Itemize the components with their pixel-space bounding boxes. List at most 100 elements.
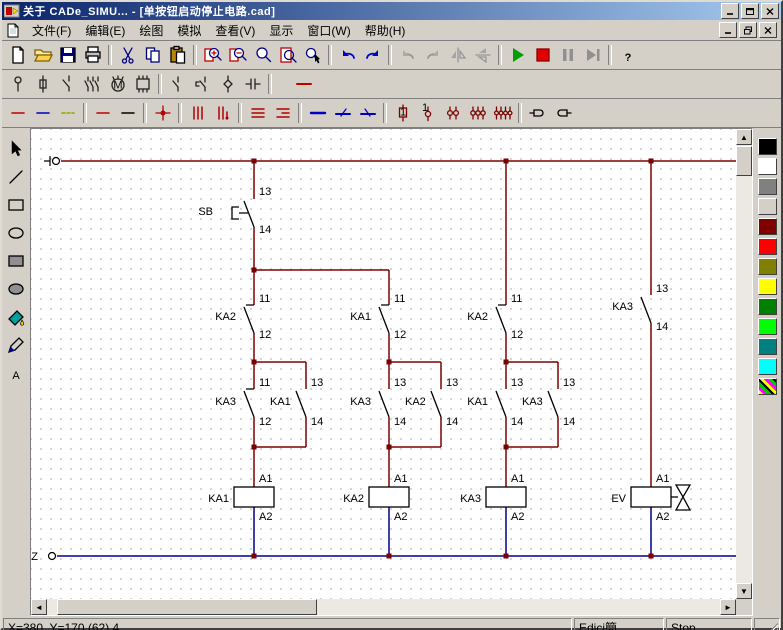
- bus-3-horizontal-button[interactable]: [245, 101, 270, 125]
- contact-coil-button[interactable]: [190, 72, 215, 96]
- line-blue-button[interactable]: [30, 101, 55, 125]
- rotate-left-button[interactable]: [395, 43, 420, 67]
- redo-button[interactable]: [360, 43, 385, 67]
- child-minimize-button[interactable]: [719, 22, 737, 38]
- draw-line-button[interactable]: [3, 164, 29, 190]
- menu-item-8[interactable]: 帮助(H): [358, 20, 413, 41]
- draw-rectangle-button[interactable]: [3, 192, 29, 218]
- menu-item-1[interactable]: 文件(F): [25, 20, 78, 41]
- window-minimize-button[interactable]: [721, 3, 739, 19]
- terminal-button[interactable]: [5, 72, 30, 96]
- flip-vertical-button[interactable]: [470, 43, 495, 67]
- scroll-right-button[interactable]: ►: [720, 599, 736, 615]
- line-red2-button[interactable]: [90, 101, 115, 125]
- color-swatch-white[interactable]: [758, 158, 777, 175]
- draw-filled-ellipse-button[interactable]: [3, 276, 29, 302]
- distributor-3-button[interactable]: [465, 101, 490, 125]
- menu-item-7[interactable]: 窗口(W): [300, 20, 357, 41]
- node-junction-button[interactable]: [150, 101, 175, 125]
- menu-item-6[interactable]: 显示: [262, 20, 300, 41]
- simulate-play-button[interactable]: [505, 43, 530, 67]
- distributor-4-button[interactable]: [490, 101, 515, 125]
- menu-item-5[interactable]: 查看(V): [208, 20, 262, 41]
- eyedropper-button[interactable]: [3, 332, 29, 358]
- color-swatch-green[interactable]: [758, 318, 777, 335]
- three-phase-contact-button[interactable]: [80, 72, 105, 96]
- wire-blue-straight-button[interactable]: [305, 101, 330, 125]
- paste-button[interactable]: [165, 43, 190, 67]
- fill-bucket-button[interactable]: [3, 304, 29, 330]
- color-swatch-red[interactable]: [758, 238, 777, 255]
- window-maximize-button[interactable]: [741, 3, 759, 19]
- drawing-canvas[interactable]: Z: [31, 129, 736, 599]
- capacitor-button[interactable]: [240, 72, 265, 96]
- wire-red-seg-button[interactable]: [291, 72, 316, 96]
- color-swatch-olive[interactable]: [758, 258, 777, 275]
- open-button[interactable]: [30, 43, 55, 67]
- line-black-button[interactable]: [115, 101, 140, 125]
- simulate-stop-button[interactable]: [530, 43, 555, 67]
- vertical-scroll-thumb[interactable]: [736, 146, 752, 176]
- zoom-out-button[interactable]: [225, 43, 250, 67]
- bus-vertical-taps-button[interactable]: [210, 101, 235, 125]
- wire-blue-rise-button[interactable]: [330, 101, 355, 125]
- color-swatch-gray[interactable]: [758, 178, 777, 195]
- new-button[interactable]: [5, 43, 30, 67]
- window-close-button[interactable]: [761, 3, 779, 19]
- plc-block-button[interactable]: [130, 72, 155, 96]
- simulate-pause-button[interactable]: [555, 43, 580, 67]
- undo-button[interactable]: [335, 43, 360, 67]
- draw-ellipse-button[interactable]: [3, 220, 29, 246]
- contact-no-button[interactable]: [165, 72, 190, 96]
- color-swatch-custom-rainbow[interactable]: [758, 378, 777, 395]
- rotate-right-button[interactable]: [420, 43, 445, 67]
- wire-blue-fall-button[interactable]: [355, 101, 380, 125]
- flip-horizontal-button[interactable]: [445, 43, 470, 67]
- color-swatch-cyan[interactable]: [758, 358, 777, 375]
- color-swatch-teal[interactable]: [758, 338, 777, 355]
- connector-out-button[interactable]: [525, 101, 550, 125]
- color-swatch-black[interactable]: [758, 138, 777, 155]
- distributor-1-button[interactable]: 1: [415, 101, 440, 125]
- zoom-page-button[interactable]: [275, 43, 300, 67]
- select-button[interactable]: [3, 136, 29, 162]
- menu-item-2[interactable]: 编辑(E): [78, 20, 132, 41]
- scroll-up-button[interactable]: ▲: [736, 129, 752, 145]
- zoom-button[interactable]: [250, 43, 275, 67]
- color-swatch-dark-green[interactable]: [758, 298, 777, 315]
- line-red-button[interactable]: [5, 101, 30, 125]
- terminal-numbered-button[interactable]: 1: [390, 101, 415, 125]
- draw-filled-rectangle-button[interactable]: [3, 248, 29, 274]
- valve-diamond-button[interactable]: [215, 72, 240, 96]
- vertical-scrollbar[interactable]: ▲ ▼: [736, 129, 752, 599]
- color-swatch-dark-red[interactable]: [758, 218, 777, 235]
- color-swatch-none[interactable]: [758, 198, 777, 215]
- zoom-in-button[interactable]: [200, 43, 225, 67]
- print-button[interactable]: [80, 43, 105, 67]
- save-button[interactable]: [55, 43, 80, 67]
- motor-button[interactable]: M: [105, 72, 130, 96]
- child-close-button[interactable]: [759, 22, 777, 38]
- horizontal-scroll-thumb[interactable]: [57, 599, 317, 615]
- fuse-button[interactable]: [30, 72, 55, 96]
- menu-item-3[interactable]: 绘图: [132, 20, 170, 41]
- scroll-left-button[interactable]: ◄: [31, 599, 47, 615]
- child-restore-button[interactable]: [739, 22, 757, 38]
- simulate-step-button[interactable]: [580, 43, 605, 67]
- connector-in-button[interactable]: [550, 101, 575, 125]
- menu-item-4[interactable]: 模拟: [170, 20, 208, 41]
- contact-button[interactable]: [55, 72, 80, 96]
- copy-button[interactable]: [140, 43, 165, 67]
- zoom-select-button[interactable]: [300, 43, 325, 67]
- text-tool-button[interactable]: A: [3, 360, 29, 386]
- document-icon[interactable]: [5, 23, 21, 38]
- bus-3-vertical-button[interactable]: [185, 101, 210, 125]
- distributor-2-button[interactable]: [440, 101, 465, 125]
- horizontal-scrollbar[interactable]: ◄ ►: [31, 599, 736, 615]
- help-button[interactable]: ?: [615, 43, 640, 67]
- bus-horizontal-taps-button[interactable]: [270, 101, 295, 125]
- scroll-down-button[interactable]: ▼: [736, 583, 752, 599]
- color-swatch-yellow[interactable]: [758, 278, 777, 295]
- resize-grip[interactable]: [754, 618, 780, 630]
- cut-button[interactable]: [115, 43, 140, 67]
